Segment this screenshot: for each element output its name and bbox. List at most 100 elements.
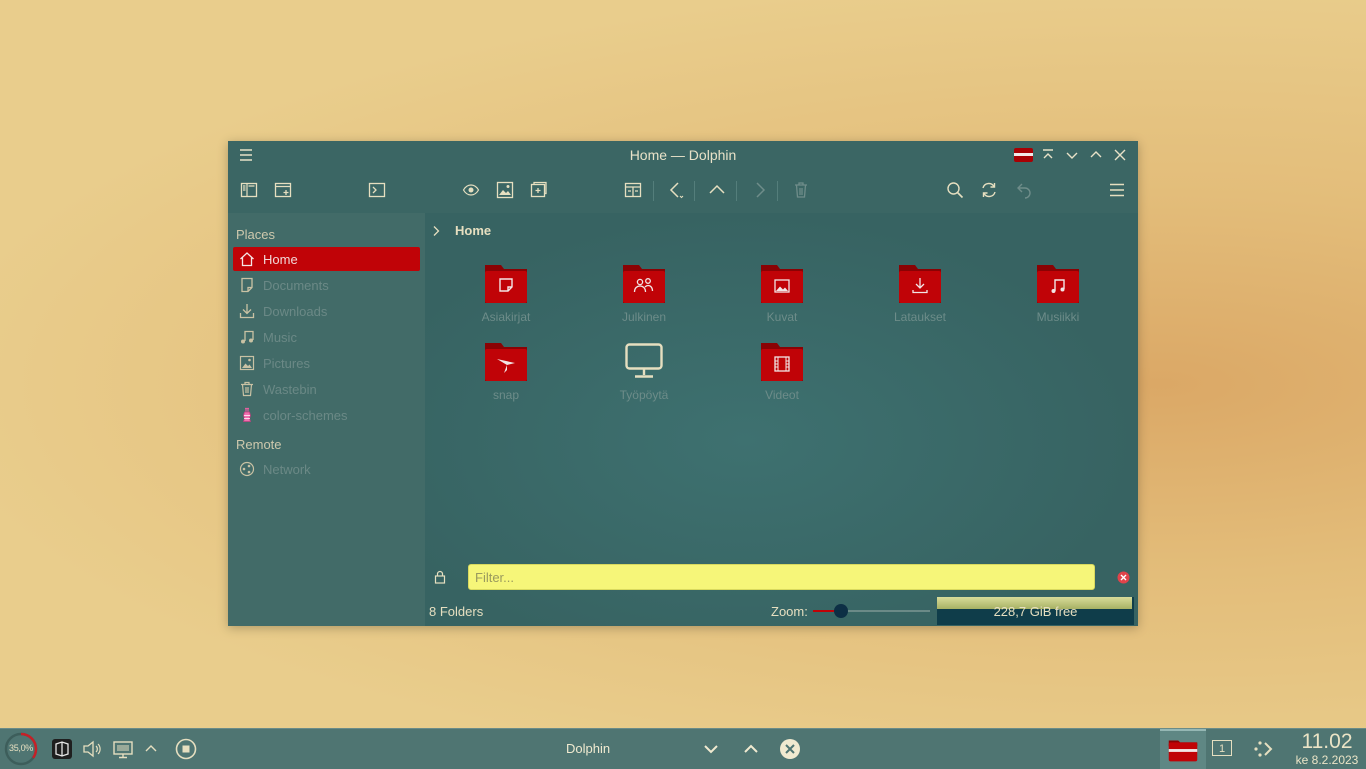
digital-clock[interactable]: 11.02 ke 8.2.2023 bbox=[1290, 730, 1364, 768]
folder-videos-icon bbox=[761, 343, 803, 381]
lock-icon[interactable] bbox=[433, 570, 447, 584]
show-hidden-tray-icon[interactable] bbox=[140, 738, 162, 760]
file-view[interactable]: Home Asiakirjat Julkinen Kuvat Lataukset… bbox=[425, 213, 1138, 626]
keep-above-icon[interactable] bbox=[1039, 146, 1057, 164]
split-view-icon[interactable] bbox=[238, 179, 260, 201]
taskbar: 35,0% Dolphin 1 11.02 ke 8.2.2023 bbox=[0, 728, 1366, 769]
task-minimize-icon[interactable] bbox=[701, 739, 721, 759]
virtual-desktop-pager[interactable]: 1 bbox=[1212, 740, 1232, 756]
new-tab-icon[interactable] bbox=[528, 179, 550, 201]
downloads-icon bbox=[238, 302, 256, 320]
sidebar-item-label: color-schemes bbox=[263, 407, 348, 423]
free-space-indicator[interactable]: 228,7 GiB free bbox=[937, 597, 1134, 625]
search-icon[interactable] bbox=[944, 179, 966, 201]
close-icon[interactable] bbox=[1111, 146, 1129, 164]
home-icon bbox=[238, 250, 256, 268]
dolphin-window: Home — Dolphin Places Home Documents Dow… bbox=[228, 141, 1138, 626]
cpu-load-text: 35,0% bbox=[8, 743, 34, 753]
sidebar-item-music[interactable]: Music bbox=[233, 325, 420, 349]
places-section-title: Places bbox=[236, 227, 276, 242]
titlebar[interactable]: Home — Dolphin bbox=[228, 141, 1138, 169]
clear-filter-icon[interactable] bbox=[1117, 571, 1130, 584]
folder-label: Julkinen bbox=[621, 310, 667, 324]
folder-snap-icon bbox=[485, 343, 527, 381]
folder-item-julkinen[interactable]: Julkinen bbox=[589, 261, 699, 324]
folder-item-videot[interactable]: Videot bbox=[727, 339, 837, 402]
window-title: Home — Dolphin bbox=[629, 147, 737, 163]
toolbar-separator bbox=[736, 181, 737, 201]
active-window-title[interactable]: Dolphin bbox=[566, 741, 610, 756]
main-menu-icon[interactable] bbox=[1106, 179, 1128, 201]
zoom-slider[interactable] bbox=[813, 604, 930, 618]
folder-label: Asiakirjat bbox=[481, 310, 531, 324]
wastebin-icon bbox=[238, 380, 256, 398]
maximize-icon[interactable] bbox=[1087, 146, 1105, 164]
sidebar-item-documents[interactable]: Documents bbox=[233, 273, 420, 297]
folder-item-tyopoyta[interactable]: Työpöytä bbox=[589, 339, 699, 402]
sidebar-item-label: Downloads bbox=[263, 303, 328, 319]
network-icon bbox=[238, 460, 256, 478]
folder-item-kuvat[interactable]: Kuvat bbox=[727, 261, 837, 324]
sidebar-item-label: Documents bbox=[263, 277, 329, 293]
sidebar-item-downloads[interactable]: Downloads bbox=[233, 299, 420, 323]
volume-icon[interactable] bbox=[81, 738, 103, 760]
clock-time: 11.02 bbox=[1301, 730, 1353, 753]
free-space-text: 228,7 GiB free bbox=[993, 604, 1078, 619]
sidebar-item-pictures[interactable]: Pictures bbox=[233, 351, 420, 375]
music-icon bbox=[238, 328, 256, 346]
toolbar-separator bbox=[777, 181, 778, 201]
sidebar-item-label: Home bbox=[263, 251, 298, 267]
terminal-icon[interactable] bbox=[366, 179, 388, 201]
task-entry-dolphin[interactable] bbox=[1160, 729, 1206, 769]
places-panel: Places Home Documents Downloads Music Pi… bbox=[228, 213, 425, 626]
dolphin-app-icon bbox=[1014, 147, 1033, 163]
documents-icon bbox=[238, 276, 256, 294]
sidebar-item-network[interactable]: Network bbox=[233, 457, 420, 481]
chevron-right-icon bbox=[433, 225, 440, 236]
sidebar-item-home[interactable]: Home bbox=[233, 247, 420, 271]
undo-icon[interactable] bbox=[1012, 179, 1034, 201]
task-close-icon[interactable] bbox=[780, 739, 800, 759]
display-icon[interactable] bbox=[112, 738, 134, 760]
preview-icon[interactable] bbox=[460, 179, 482, 201]
zoom-slider-handle[interactable] bbox=[834, 604, 849, 618]
new-window-icon[interactable] bbox=[272, 179, 294, 201]
status-text: 8 Folders bbox=[429, 604, 484, 619]
folder-item-asiakirjat[interactable]: Asiakirjat bbox=[451, 261, 561, 324]
folder-music-icon bbox=[1037, 265, 1079, 303]
desktop-icon bbox=[625, 343, 663, 378]
media-stop-icon[interactable] bbox=[175, 738, 197, 760]
breadcrumb[interactable]: Home bbox=[430, 223, 491, 238]
forward-icon[interactable] bbox=[748, 179, 770, 201]
breadcrumb-home[interactable]: Home bbox=[455, 223, 491, 238]
vault-icon[interactable] bbox=[51, 738, 73, 760]
remote-section-title: Remote bbox=[236, 437, 282, 452]
panels-icon[interactable] bbox=[622, 179, 644, 201]
pictures-icon bbox=[238, 354, 256, 372]
task-maximize-icon[interactable] bbox=[741, 739, 761, 759]
folder-label: Musiikki bbox=[1036, 310, 1080, 324]
reload-icon[interactable] bbox=[978, 179, 1000, 201]
trash-icon[interactable] bbox=[790, 179, 812, 201]
cpu-load-widget[interactable]: 35,0% bbox=[4, 732, 38, 766]
folder-item-snap[interactable]: snap bbox=[451, 339, 561, 402]
status-bar: 8 Folders Zoom: 228,7 GiB free bbox=[425, 597, 1138, 626]
folder-item-lataukset[interactable]: Lataukset bbox=[865, 261, 975, 324]
back-icon[interactable] bbox=[665, 179, 687, 201]
up-icon[interactable] bbox=[706, 179, 728, 201]
kdeconnect-icon[interactable] bbox=[1252, 738, 1274, 760]
toolbar bbox=[228, 169, 1138, 213]
minimize-icon[interactable] bbox=[1063, 146, 1081, 164]
sidebar-item-color-schemes[interactable]: color-schemes bbox=[233, 403, 420, 427]
clock-date: ke 8.2.2023 bbox=[1295, 753, 1359, 767]
sidebar-item-label: Music bbox=[263, 329, 297, 345]
sidebar-item-label: Pictures bbox=[263, 355, 310, 371]
folder-item-musiikki[interactable]: Musiikki bbox=[1003, 261, 1113, 324]
sidebar-item-wastebin[interactable]: Wastebin bbox=[233, 377, 420, 401]
image-view-icon[interactable] bbox=[494, 179, 516, 201]
color-schemes-icon bbox=[238, 406, 256, 424]
folder-documents-icon bbox=[485, 265, 527, 303]
folder-label: Lataukset bbox=[893, 310, 947, 324]
filter-input[interactable] bbox=[468, 564, 1095, 590]
folder-downloads-icon bbox=[899, 265, 941, 303]
